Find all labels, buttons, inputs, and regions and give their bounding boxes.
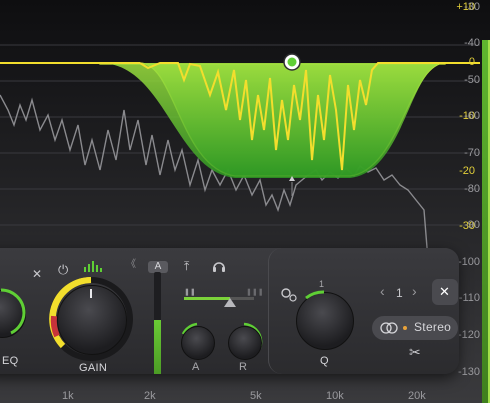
freq-label: 20k bbox=[408, 390, 426, 402]
stereo-dot bbox=[403, 326, 407, 330]
next-band-button[interactable]: › bbox=[412, 284, 417, 298]
q-label: Q bbox=[320, 355, 329, 367]
stereo-label: Stereo bbox=[414, 320, 452, 334]
gain-knob[interactable] bbox=[57, 285, 127, 355]
db-scale-label: 0 bbox=[468, 56, 475, 68]
eq-label: EQ bbox=[2, 355, 19, 367]
power-icon[interactable]: ⏻ bbox=[58, 263, 68, 276]
release-knob[interactable] bbox=[228, 326, 262, 360]
close-icon[interactable]: ✕ bbox=[439, 285, 450, 298]
scissors-icon[interactable]: ✂ bbox=[409, 345, 421, 359]
headphones-icon[interactable] bbox=[212, 259, 226, 272]
mix-bar-fill bbox=[154, 320, 161, 374]
spectrum-icon[interactable] bbox=[84, 260, 102, 272]
stereo-link-icon bbox=[380, 322, 398, 334]
db-scale-label-right: -60 bbox=[464, 110, 480, 122]
gain-label: GAIN bbox=[79, 362, 108, 374]
freq-label: 2k bbox=[144, 390, 156, 402]
collapse-icon[interactable]: 《 bbox=[126, 259, 136, 271]
prev-band-button[interactable]: ‹ bbox=[380, 284, 385, 298]
output-meter-peak bbox=[488, 40, 490, 403]
db-scale-label-right: -50 bbox=[464, 74, 480, 86]
band-handle-core[interactable] bbox=[287, 57, 297, 67]
freq-label: 1k bbox=[62, 390, 74, 402]
freq-label: 5k bbox=[250, 390, 262, 402]
close-icon[interactable]: ✕ bbox=[32, 268, 42, 280]
threshold-slider-thumb[interactable] bbox=[224, 298, 236, 307]
q-knob-ring bbox=[305, 290, 325, 300]
db-scale-label-right: -30 bbox=[464, 1, 480, 13]
freq-label: 10k bbox=[326, 390, 344, 402]
attack-label: A bbox=[192, 361, 200, 373]
gain-knob-indicator bbox=[90, 289, 92, 298]
db-scale-label: -20 bbox=[459, 165, 475, 177]
db-scale-label-right: -80 bbox=[464, 183, 480, 195]
pin-icon[interactable]: ⤒ bbox=[184, 260, 189, 272]
attack-knob[interactable] bbox=[181, 326, 215, 360]
db-scale-label-right: -40 bbox=[464, 37, 480, 49]
db-scale-label-right: -70 bbox=[464, 147, 480, 159]
eq-knob-ring bbox=[0, 288, 26, 335]
release-label: R bbox=[239, 361, 248, 373]
plugin-window: +10 0 -10 -20 -30 -30 -40 -50 -60 -70 -8… bbox=[0, 0, 490, 403]
db-scale-label-right: -90 bbox=[464, 219, 480, 231]
band-index: 1 bbox=[396, 286, 403, 300]
